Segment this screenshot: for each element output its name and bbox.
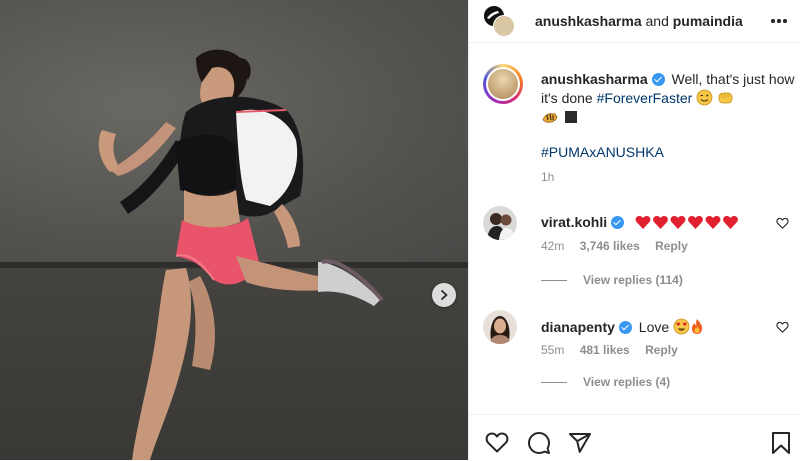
comment-hearts [635,214,739,230]
post-header: anushkasharma and pumaindia [469,0,800,43]
replies-divider [541,382,567,384]
avatar-photo [483,206,517,240]
verified-badge-icon [651,73,665,86]
reply-button[interactable]: Reply [645,343,678,357]
view-replies-diana[interactable]: View replies (4) [541,375,670,389]
share-icon[interactable] [568,431,592,455]
header-conjunction: and [645,13,669,29]
instagram-post: anushkasharma and pumaindia anushkasharm… [0,0,800,460]
red-heart-emoji [635,216,738,229]
next-photo-button[interactable] [432,283,456,307]
comment-avatar[interactable] [483,206,517,240]
more-dot [783,19,787,23]
replies-divider [541,280,567,282]
avatar-photo [488,69,518,99]
like-heart-icon[interactable] [485,431,509,453]
comment-meta: 55m 481 likes Reply [541,343,690,357]
caption-text: anushkasharma Well, that's just how it's… [541,70,796,127]
wink-emoji [696,89,713,106]
comment-icon[interactable] [527,431,551,455]
more-dot [771,19,775,23]
post-actions [469,414,800,461]
comment-likes[interactable]: 481 likes [580,343,630,357]
post-sidebar: anushkasharma and pumaindia anushkasharm… [468,0,800,460]
verified-badge-icon [611,216,625,229]
runner-illustration [98,49,384,460]
comment-username[interactable]: virat.kohli [541,214,607,230]
anushka-avatar[interactable] [493,15,515,37]
hashtag-foreverfaster[interactable]: #ForeverFaster [597,90,693,106]
verified-badge-icon [618,321,632,334]
caption-avatar[interactable] [483,64,523,104]
collab-avatars[interactable] [483,5,515,37]
comment-likes[interactable]: 3,746 likes [580,239,640,253]
black-square-emoji [564,111,577,123]
fire-emoji [692,319,703,334]
comment-time[interactable]: 42m [541,239,564,253]
view-replies-label: View replies (4) [583,375,671,389]
post-photo[interactable] [0,0,468,460]
comment-username[interactable]: dianapenty [541,319,615,335]
comment-text: virat.kohli [541,214,739,230]
tiger-emoji [542,113,558,123]
fist-emoji [718,92,733,104]
caption-time[interactable]: 1h [541,170,554,184]
comment-avatar[interactable] [483,310,517,344]
caption-username[interactable]: anushkasharma [541,71,648,87]
comment-text: dianapenty Love [541,318,704,335]
header-account-2[interactable]: pumaindia [673,13,743,29]
heart-eyes-emoji [673,318,690,335]
more-dot [777,19,781,23]
save-bookmark-icon[interactable] [771,431,791,455]
like-comment-heart-icon[interactable] [776,217,789,229]
hashtag-pumaxanushka[interactable]: #PUMAxANUSHKA [541,144,664,160]
comment-meta: 42m 3,746 likes Reply [541,239,700,253]
avatar-photo [483,310,517,344]
comment-body: Love [638,319,670,335]
post-header-title: anushkasharma and pumaindia [535,13,743,29]
header-account-1[interactable]: anushkasharma [535,13,642,29]
view-replies-virat[interactable]: View replies (114) [541,273,683,287]
view-replies-label: View replies (114) [583,273,683,287]
more-options-icon[interactable] [769,11,789,31]
reply-button[interactable]: Reply [655,239,688,253]
chevron-right-icon [441,290,448,300]
like-comment-heart-icon[interactable] [776,321,789,333]
comment-time[interactable]: 55m [541,343,564,357]
